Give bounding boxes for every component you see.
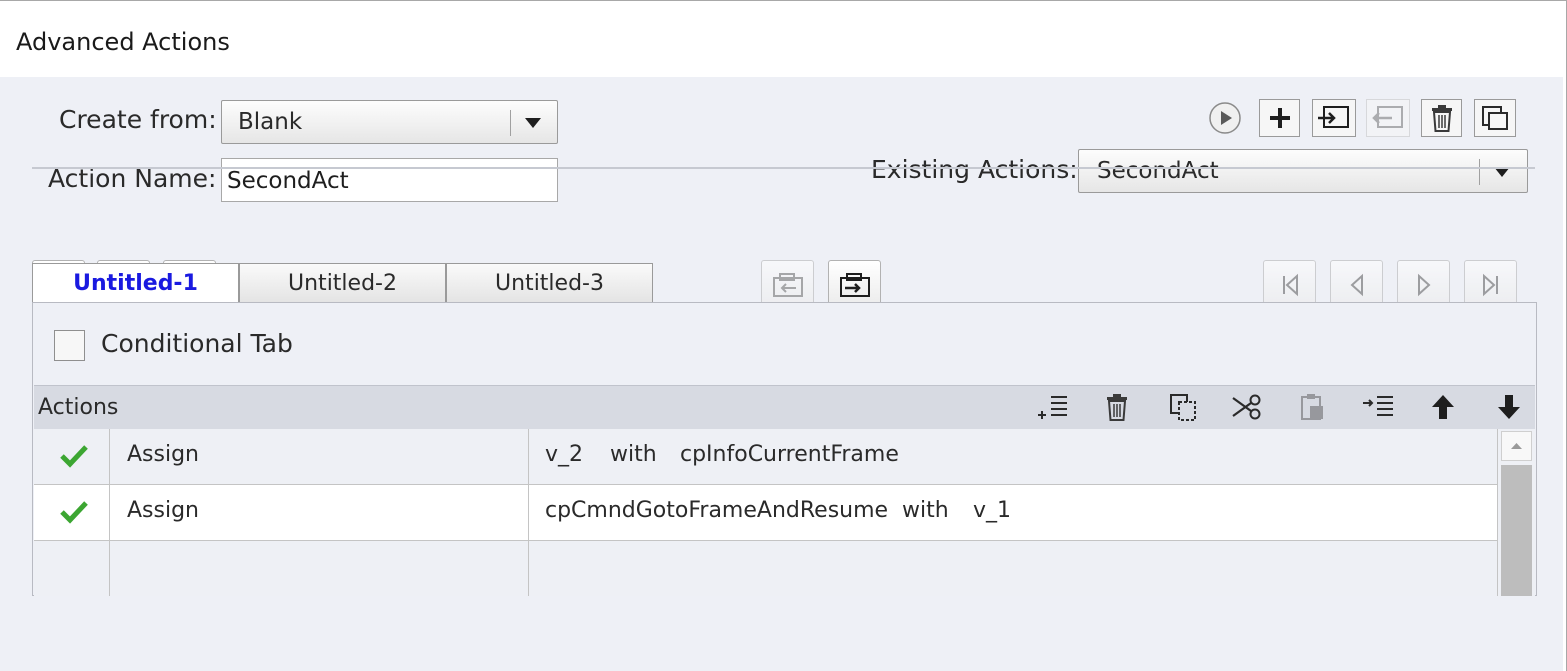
status-cell bbox=[34, 541, 110, 596]
duplicate-action-icon[interactable] bbox=[1474, 99, 1516, 137]
statement-cell[interactable] bbox=[529, 541, 1497, 596]
move-up-icon[interactable] bbox=[1425, 389, 1461, 425]
source-value: cpInfoCurrentFrame bbox=[680, 442, 899, 467]
add-row-icon[interactable] bbox=[1033, 389, 1073, 425]
delete-row-icon[interactable] bbox=[1099, 389, 1135, 425]
statement-cell[interactable]: cpCmndGotoFrameAndResume with v_1 bbox=[529, 485, 1497, 541]
next-icon bbox=[1412, 272, 1436, 302]
action-cell[interactable] bbox=[110, 541, 529, 596]
tab-untitled-3[interactable]: Untitled-3 bbox=[446, 263, 653, 302]
copy-row-icon[interactable] bbox=[1164, 389, 1202, 425]
action-type: Assign bbox=[127, 442, 199, 467]
actions-panel-title: Actions bbox=[38, 395, 119, 420]
cut-row-icon[interactable] bbox=[1228, 389, 1266, 425]
delete-action-icon[interactable] bbox=[1421, 99, 1462, 137]
title-bar: Advanced Actions bbox=[0, 1, 1566, 77]
existing-actions-label: Existing Actions: bbox=[871, 155, 1078, 184]
tab-untitled-1[interactable]: Untitled-1 bbox=[32, 263, 239, 302]
source-value: v_1 bbox=[973, 498, 1012, 523]
window-title: Advanced Actions bbox=[16, 28, 230, 56]
advanced-actions-dialog: Advanced Actions Create from: Blank Acti… bbox=[0, 0, 1567, 671]
table-row[interactable]: Assign v_2 with cpInfoCurrentFrame bbox=[34, 429, 1497, 485]
conditional-tab-checkbox[interactable] bbox=[54, 330, 85, 361]
existing-actions-value: SecondAct bbox=[1097, 158, 1219, 184]
chevron-down-icon bbox=[525, 118, 541, 128]
conditional-tab-label: Conditional Tab bbox=[101, 329, 293, 358]
actions-table: Assign v_2 with cpInfoCurrentFrame Assig… bbox=[34, 429, 1497, 596]
action-cell[interactable]: Assign bbox=[110, 429, 529, 485]
export-action-icon[interactable] bbox=[1366, 99, 1410, 137]
status-cell bbox=[34, 485, 110, 541]
table-row[interactable]: Assign cpCmndGotoFrameAndResume with v_1 bbox=[34, 485, 1497, 541]
with-keyword: with bbox=[902, 498, 949, 523]
scroll-up-button[interactable] bbox=[1501, 431, 1532, 461]
import-action-icon[interactable] bbox=[1312, 99, 1356, 137]
check-icon bbox=[60, 443, 88, 469]
move-down-icon[interactable] bbox=[1491, 389, 1527, 425]
vertical-scrollbar[interactable] bbox=[1497, 429, 1535, 596]
create-from-value: Blank bbox=[238, 109, 303, 135]
existing-actions-select[interactable]: SecondAct bbox=[1078, 149, 1528, 193]
scroll-thumb[interactable] bbox=[1501, 465, 1532, 596]
section-divider bbox=[32, 167, 1535, 169]
combo-separator bbox=[1479, 159, 1480, 185]
paste-row-icon[interactable] bbox=[1294, 389, 1330, 425]
action-name-input[interactable]: SecondAct bbox=[221, 158, 558, 202]
action-name-value: SecondAct bbox=[227, 168, 349, 194]
export-icon bbox=[837, 270, 873, 304]
check-icon bbox=[60, 499, 88, 525]
table-row[interactable] bbox=[34, 541, 1497, 596]
import-icon bbox=[770, 270, 806, 304]
chevron-up-icon bbox=[1511, 443, 1522, 449]
preview-play-icon[interactable] bbox=[1207, 100, 1243, 136]
statement-cell[interactable]: v_2 with cpInfoCurrentFrame bbox=[529, 429, 1497, 485]
combo-separator bbox=[510, 110, 511, 136]
target-variable: cpCmndGotoFrameAndResume bbox=[545, 498, 889, 523]
action-cell[interactable]: Assign bbox=[110, 485, 529, 541]
action-type: Assign bbox=[127, 498, 199, 523]
first-icon bbox=[1278, 272, 1302, 302]
previous-icon bbox=[1345, 272, 1369, 302]
create-from-label: Create from: bbox=[59, 105, 217, 134]
status-cell bbox=[34, 429, 110, 485]
create-new-action-icon[interactable] bbox=[1259, 99, 1300, 137]
create-from-select[interactable]: Blank bbox=[221, 100, 558, 144]
tab-untitled-2[interactable]: Untitled-2 bbox=[239, 263, 446, 302]
with-keyword: with bbox=[610, 442, 657, 467]
target-variable: v_2 bbox=[545, 442, 584, 467]
insert-row-icon[interactable] bbox=[1359, 389, 1399, 425]
last-icon bbox=[1479, 272, 1503, 302]
